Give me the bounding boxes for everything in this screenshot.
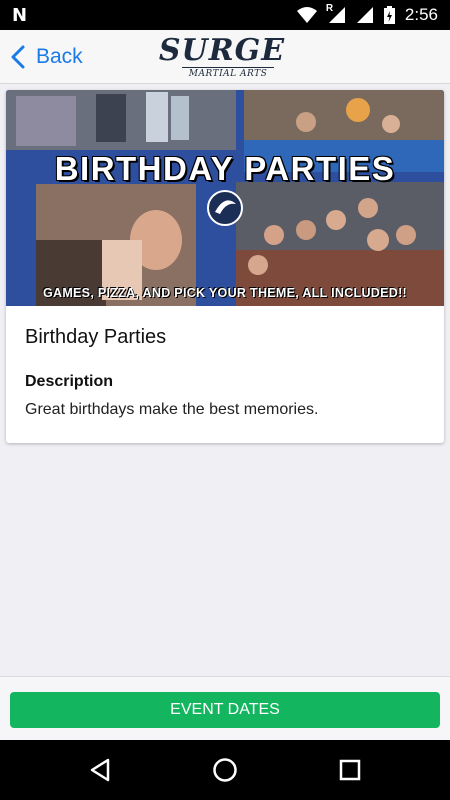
status-icons: R 2:56 xyxy=(296,0,438,30)
banner-title: BIRTHDAY PARTIES xyxy=(54,150,396,187)
logo-subtext: MARTIAL ARTS xyxy=(182,67,274,79)
chevron-left-icon xyxy=(11,45,25,69)
back-triangle-icon[interactable] xyxy=(86,756,114,784)
event-card: BIRTHDAY PARTIES GAMES, PIZZA, AND PICK … xyxy=(6,90,444,443)
system-navigation-bar xyxy=(0,740,450,800)
back-button[interactable]: Back xyxy=(8,40,83,74)
event-title: Birthday Parties xyxy=(25,326,167,348)
event-dates-button[interactable]: EVENT DATES xyxy=(10,692,440,728)
description-label: Description xyxy=(25,373,114,390)
status-bar: N R 2:56 xyxy=(0,0,450,30)
navigation-bar: Back SURGE MARTIAL ARTS xyxy=(0,30,450,84)
home-circle-icon[interactable] xyxy=(211,756,239,784)
roaming-label: R xyxy=(325,3,334,14)
back-label: Back xyxy=(36,45,83,68)
banner-photo-collage xyxy=(6,90,444,306)
notification-n-icon: N xyxy=(12,5,28,26)
description-text: Great birthdays make the best memories. xyxy=(25,401,319,418)
battery-icon xyxy=(383,6,395,24)
logo-wordmark: SURGE xyxy=(158,33,286,68)
surge-logo: SURGE MARTIAL ARTS xyxy=(156,34,288,80)
status-time: 2:56 xyxy=(404,5,438,24)
roaming-signal: R xyxy=(325,3,346,24)
bottom-action-bar: EVENT DATES xyxy=(0,676,450,740)
signal-icon xyxy=(356,7,373,23)
banner-caption: GAMES, PIZZA, AND PICK YOUR THEME, ALL I… xyxy=(42,286,407,300)
recents-square-icon[interactable] xyxy=(336,756,364,784)
wifi-icon xyxy=(296,7,317,23)
event-banner-image: BIRTHDAY PARTIES GAMES, PIZZA, AND PICK … xyxy=(6,90,444,306)
